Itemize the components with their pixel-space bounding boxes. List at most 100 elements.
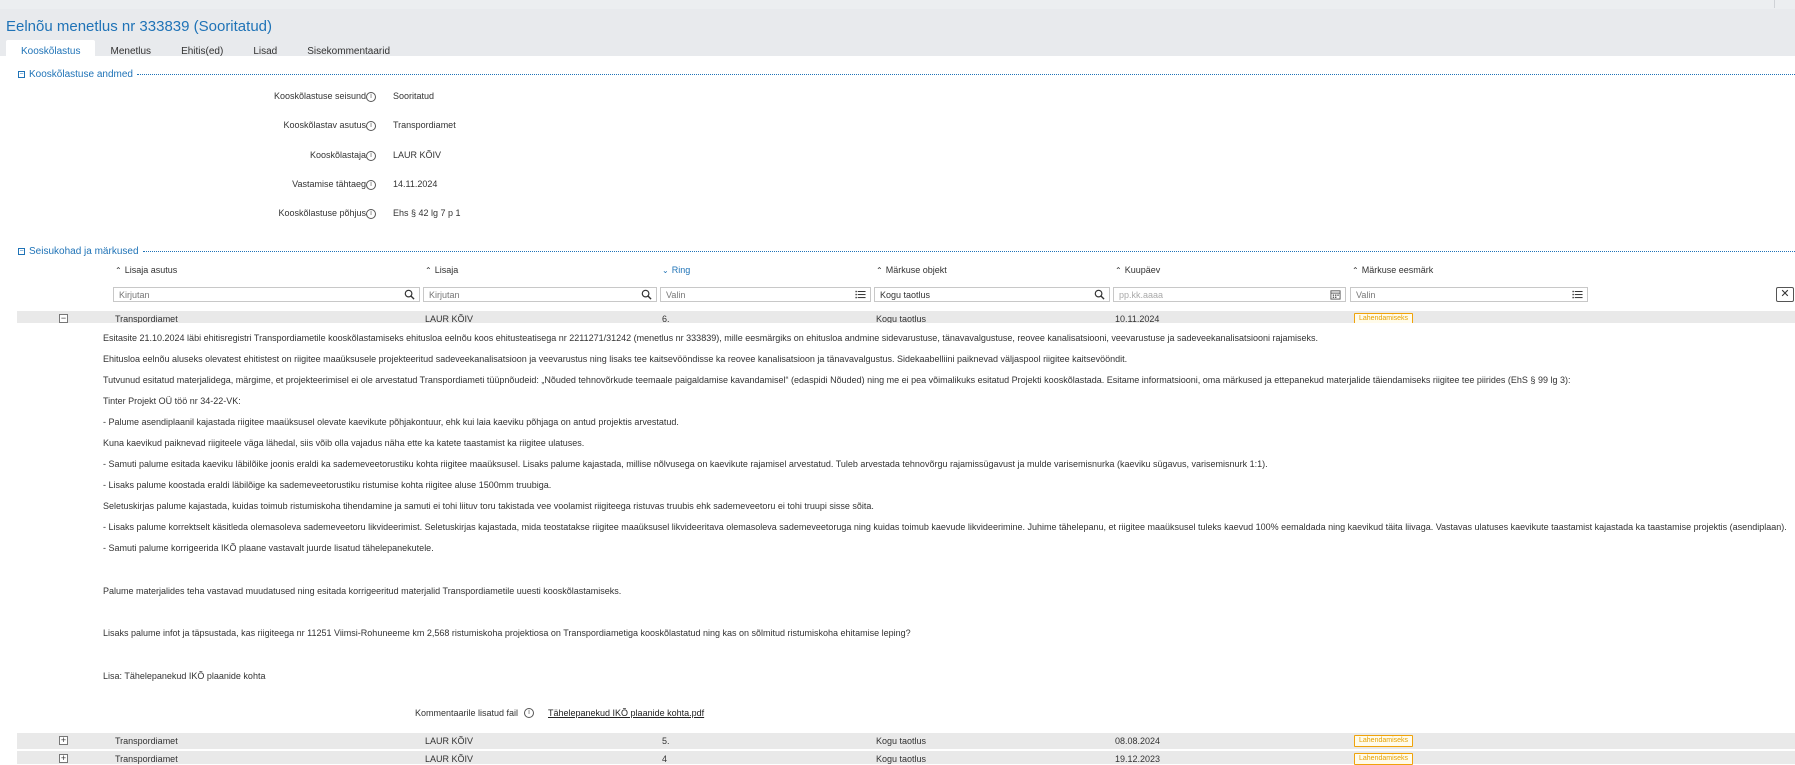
attachment-link[interactable]: Tähelepanekud IKÕ plaanide kohta.pdf: [548, 708, 704, 718]
field-label: Vastamise tähtaeg: [292, 179, 366, 189]
sort-icon: ⌃: [115, 266, 122, 275]
remark-paragraph: Esitasite 21.10.2024 läbi ehitisregistri…: [103, 333, 1319, 343]
expand-row-icon[interactable]: +: [59, 754, 68, 763]
info-circle-icon[interactable]: i: [366, 180, 376, 190]
remark-paragraph: Seletuskirjas palume kajastada, kuidas t…: [103, 501, 874, 511]
sort-down-icon: ⌄: [662, 266, 669, 275]
window-edge: [1774, 0, 1795, 8]
remark-paragraph: - Lisaks palume korrektselt käsitleda ol…: [103, 522, 1787, 532]
field-row-approver: Kooskõlastaja i LAUR KÕIV: [0, 150, 800, 164]
tab-lisad[interactable]: Lisad: [238, 40, 292, 64]
column-header-purpose[interactable]: ⌃ Märkuse eesmärk: [1352, 265, 1433, 275]
field-label: Kooskõlastav asutus: [283, 120, 366, 130]
remark-paragraph: Kuna kaevikud paiknevad riigiteele väga …: [103, 438, 585, 448]
info-circle-icon[interactable]: i: [524, 708, 534, 718]
search-icon[interactable]: [1094, 289, 1105, 300]
cell-org: Transpordiamet: [115, 754, 178, 764]
expand-row-icon[interactable]: +: [59, 736, 68, 745]
section-divider: [136, 73, 1795, 75]
search-icon[interactable]: [641, 289, 652, 300]
approval-section-header[interactable]: − Kooskõlastuse andmed: [18, 68, 1795, 80]
column-header-object[interactable]: ⌃ Märkuse objekt: [876, 265, 947, 275]
info-circle-icon[interactable]: i: [366, 92, 376, 102]
sort-icon: ⌃: [1115, 266, 1122, 275]
field-label: Kooskõlastaja: [309, 150, 366, 160]
cell-ring: 4: [662, 754, 668, 764]
field-value: Ehs § 42 lg 7 p 1: [393, 208, 461, 218]
filter-purpose-select[interactable]: Valin: [1350, 287, 1588, 302]
collapse-row-icon[interactable]: −: [59, 314, 68, 323]
table-row[interactable]: + Transpordiamet LAUR KÕIV 4 Kogu taotlu…: [17, 751, 1795, 765]
filter-placeholder: pp.kk.aaaa: [1119, 290, 1164, 300]
status-badge: Lahendamiseks: [1354, 753, 1414, 765]
column-header-author[interactable]: ⌃ Lisaja: [425, 265, 458, 275]
field-row-agency: Kooskõlastav asutus i Transpordiamet: [0, 120, 800, 134]
tab-kooskolastus[interactable]: Kooskõlastus: [6, 40, 96, 64]
info-circle-icon[interactable]: i: [366, 209, 376, 219]
field-value: Transpordiamet: [393, 120, 456, 130]
collapse-icon[interactable]: −: [18, 70, 25, 78]
filter-object-input[interactable]: Kogu taotlus: [874, 287, 1110, 302]
field-value: Sooritatud: [393, 91, 435, 101]
info-circle-icon[interactable]: i: [366, 121, 376, 131]
field-row-deadline: Vastamise tähtaeg i 14.11.2024: [0, 179, 800, 193]
filter-placeholder: Valin: [1356, 290, 1376, 300]
filter-placeholder: Valin: [666, 290, 686, 300]
table-row[interactable]: + Transpordiamet LAUR KÕIV 5. Kogu taotl…: [17, 733, 1795, 749]
attachment-label: Kommentaarile lisatud fail: [415, 708, 519, 718]
field-row-status: Kooskõlastuse seisund i Sooritatud: [0, 91, 800, 105]
sort-icon: ⌃: [876, 266, 883, 275]
tab-sisekommentaarid[interactable]: Sisekommentaarid: [292, 40, 405, 64]
filter-placeholder: Kirjutan: [119, 290, 150, 300]
filter-org-input[interactable]: Kirjutan: [113, 287, 420, 302]
remark-paragraph: - Lisaks palume koostada eraldi läbilõig…: [103, 480, 552, 490]
column-header-ring[interactable]: ⌄ Ring: [662, 265, 690, 275]
remark-paragraph: - Samuti palume korrigeerida IKÕ plaane …: [103, 543, 434, 553]
status-badge: Lahendamiseks: [1354, 735, 1414, 747]
field-value: 14.11.2024: [393, 179, 438, 189]
field-value: LAUR KÕIV: [393, 150, 442, 160]
sort-icon: ⌃: [425, 266, 432, 275]
page-header: Eelnõu menetlus nr 333839 (Sooritatud) K…: [0, 9, 1795, 64]
clear-filters-button[interactable]: ✕: [1776, 287, 1794, 302]
cell-org: Transpordiamet: [115, 736, 178, 746]
remark-paragraph: Tutvunud esitatud materjalidega, märgime…: [103, 375, 1571, 385]
column-header-org[interactable]: ⌃ Lisaja asutus: [115, 265, 177, 275]
sort-icon: ⌃: [1352, 266, 1359, 275]
cell-author: LAUR KÕIV: [425, 736, 474, 746]
remark-paragraph: - Palume asendiplaanil kajastada riigite…: [103, 417, 679, 427]
filter-date-input[interactable]: pp.kk.aaaa: [1113, 287, 1346, 302]
cell-author: LAUR KÕIV: [425, 754, 474, 764]
filter-placeholder: Kirjutan: [429, 290, 460, 300]
remarks-section-title: Seisukohad ja märkused: [29, 245, 139, 257]
tab-bar: Kooskõlastus Menetlus Ehitis(ed) Lisad S…: [6, 40, 405, 64]
list-icon[interactable]: [1572, 289, 1583, 300]
tab-menetlus[interactable]: Menetlus: [95, 40, 166, 64]
page-title: Eelnõu menetlus nr 333839 (Sooritatud): [6, 18, 273, 35]
list-icon[interactable]: [855, 289, 866, 300]
filter-author-input[interactable]: Kirjutan: [423, 287, 657, 302]
remark-paragraph: Palume materjalides teha vastavad muudat…: [103, 586, 622, 596]
remark-paragraph: - Samuti palume esitada kaeviku läbilõik…: [103, 459, 1268, 469]
filter-ring-select[interactable]: Valin: [660, 287, 871, 302]
column-header-date[interactable]: ⌃ Kuupäev: [1115, 265, 1160, 275]
approval-section-title: Kooskõlastuse andmed: [29, 68, 133, 80]
cell-ring: 5.: [662, 736, 670, 746]
remark-paragraph: Lisaks palume infot ja täpsustada, kas r…: [103, 628, 911, 638]
remark-paragraph: Lisa: Tähelepanekud IKÕ plaanide kohta: [103, 671, 266, 681]
field-row-reason: Kooskõlastuse põhjus i Ehs § 42 lg 7 p 1: [0, 208, 800, 222]
remark-paragraph: Ehitusloa eelnõu aluseks olevatest ehiti…: [103, 354, 1128, 364]
field-label: Kooskõlastuse põhjus: [278, 208, 366, 218]
tab-ehitised[interactable]: Ehitis(ed): [166, 40, 238, 64]
cell-date: 19.12.2023: [1115, 754, 1161, 764]
filter-value: Kogu taotlus: [880, 290, 931, 300]
remarks-section-header[interactable]: − Seisukohad ja märkused: [18, 245, 1795, 257]
cell-object: Kogu taotlus: [876, 754, 927, 764]
search-icon[interactable]: [404, 289, 415, 300]
cell-object: Kogu taotlus: [876, 736, 927, 746]
collapse-icon[interactable]: −: [18, 247, 25, 255]
field-label: Kooskõlastuse seisund: [273, 91, 366, 101]
calendar-icon[interactable]: [1330, 289, 1341, 300]
info-circle-icon[interactable]: i: [366, 151, 376, 161]
cell-date: 08.08.2024: [1115, 736, 1161, 746]
